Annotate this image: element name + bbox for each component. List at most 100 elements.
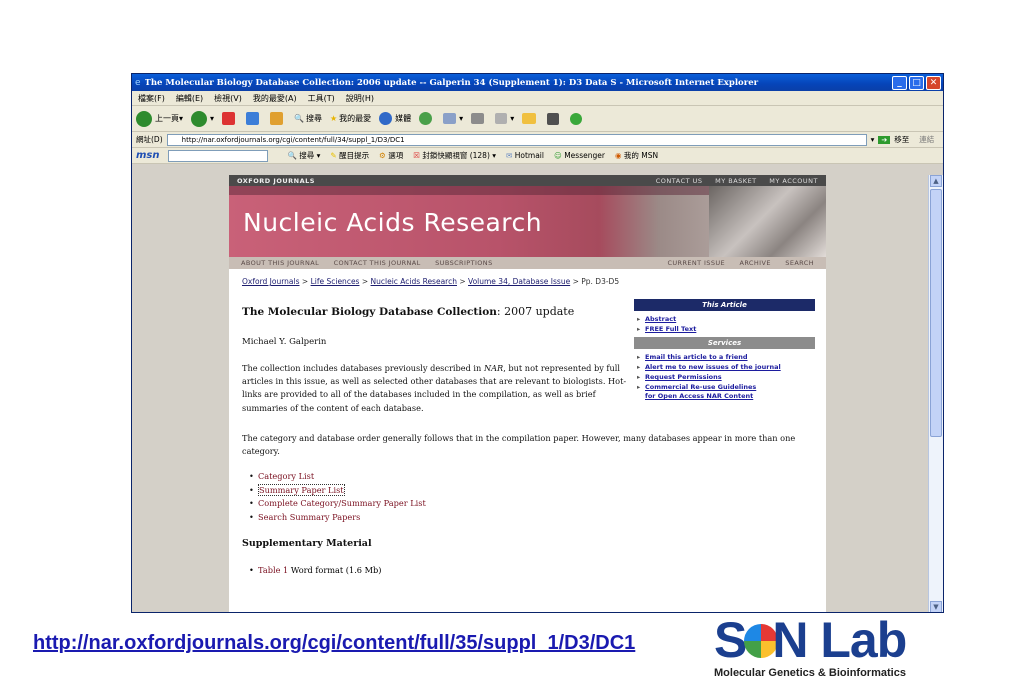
media-button[interactable]: 媒體 (379, 112, 411, 125)
services-header: Services (634, 337, 815, 349)
list-item: Table 1 Word format (1.6 Mb) (249, 565, 381, 575)
free-full-text-link[interactable]: FREE Full Text (637, 324, 815, 334)
research-icon (547, 112, 560, 125)
nav-subscriptions[interactable]: SUBSCRIPTIONS (435, 259, 492, 267)
maximize-button[interactable]: □ (909, 75, 924, 90)
mail-button[interactable]: ▾ (443, 113, 463, 124)
collection-links: Category List Summary Paper List Complet… (249, 470, 426, 524)
msn-search-button[interactable]: 🔍 搜尋 ▾ (288, 150, 321, 161)
mail-icon (443, 113, 457, 124)
vertical-scrollbar[interactable]: ▲ ▼ (928, 175, 943, 612)
alert-me-link[interactable]: Alert me to new issues of the journal (637, 362, 815, 372)
journal-banner: Nucleic Acids Research (229, 186, 826, 257)
print-icon (471, 113, 485, 124)
browser-window: e The Molecular Biology Database Collect… (131, 73, 944, 613)
minimize-button[interactable]: _ (892, 75, 907, 90)
msn-search-input[interactable] (167, 149, 268, 162)
sun-lab-logo: SN Lab Molecular Genetics & Bioinformati… (714, 612, 1014, 682)
msn-toolbar: msn 🔍 搜尋 ▾ ✎ 醒目提示 ⚙ 選項 ☒ 封鎖快顯視窗 (128) ▾ … (132, 148, 943, 164)
address-label: 網址(D) (136, 135, 163, 144)
refresh-icon (246, 112, 260, 125)
msn-options-button[interactable]: ⚙ 選項 (379, 150, 403, 161)
folder-button[interactable] (522, 113, 539, 124)
journal-title[interactable]: Nucleic Acids Research (243, 208, 542, 237)
title-bar[interactable]: e The Molecular Biology Database Collect… (132, 74, 943, 91)
menu-edit[interactable]: 編輯(E) (176, 93, 203, 104)
my-account-link[interactable]: MY ACCOUNT (769, 177, 818, 185)
msn-messenger[interactable]: ☺ Messenger (554, 151, 605, 160)
stop-button[interactable] (222, 112, 238, 125)
contact-us-link[interactable]: CONTACT US (656, 177, 703, 185)
ie-icon: e (135, 77, 141, 88)
msn-mymsn[interactable]: ◉ 我的 MSN (615, 150, 658, 161)
search-button[interactable]: 🔍 搜尋 (294, 113, 322, 124)
nav-right: CURRENT ISSUE ARCHIVE SEARCH (655, 259, 814, 267)
crumb-sep: > (456, 277, 469, 286)
menu-favorites[interactable]: 我的最愛(A) (253, 93, 297, 104)
list-item: Category List (249, 470, 426, 484)
history-button[interactable] (419, 112, 435, 125)
address-input[interactable]: http://nar.oxfordjournals.org/cgi/conten… (166, 133, 867, 146)
print-button[interactable] (471, 113, 487, 124)
crumb-volume[interactable]: Volume 34, Database Issue (468, 277, 570, 286)
forward-arrow-icon (191, 110, 208, 127)
nav-search[interactable]: SEARCH (785, 259, 814, 267)
close-button[interactable]: ✕ (926, 75, 941, 90)
edit-button[interactable]: ▾ (495, 113, 514, 124)
nav-about[interactable]: ABOUT THIS JOURNAL (241, 259, 319, 267)
crumb-oxford-journals[interactable]: Oxford Journals (242, 277, 300, 286)
summary-paper-list-link[interactable]: Summary Paper List (258, 483, 345, 496)
forward-button[interactable]: ▾ (191, 110, 214, 127)
scroll-thumb[interactable] (930, 189, 942, 437)
crumb-life-sciences[interactable]: Life Sciences (311, 277, 360, 286)
supplementary-heading: Supplementary Material (242, 538, 372, 549)
address-dropdown-icon[interactable]: ▾ (871, 135, 875, 144)
menu-tools[interactable]: 工具(T) (308, 93, 335, 104)
messenger-button[interactable] (570, 112, 585, 125)
mail-icon: ✉ (506, 151, 513, 160)
menu-view[interactable]: 檢視(V) (214, 93, 242, 104)
msn-hotmail[interactable]: ✉ Hotmail (506, 151, 544, 160)
msn-popup-blocker[interactable]: ☒ 封鎖快顯視窗 (128) ▾ (413, 150, 496, 161)
footer-url-link[interactable]: http://nar.oxfordjournals.org/cgi/conten… (33, 632, 635, 655)
menu-bar: 檔案(F) 編輯(E) 檢視(V) 我的最愛(A) 工具(T) 說明(H) (132, 91, 943, 106)
request-permissions-link[interactable]: Request Permissions (637, 372, 815, 382)
media-icon (379, 112, 393, 125)
table-1-link[interactable]: Table 1 (258, 565, 288, 575)
menu-file[interactable]: 檔案(F) (138, 93, 165, 104)
go-label[interactable]: 移至 (894, 134, 909, 145)
search-icon: 🔍 (287, 151, 297, 160)
menu-help[interactable]: 說明(H) (346, 93, 374, 104)
content-area: OXFORD JOURNALS CONTACT US MY BASKET MY … (132, 175, 928, 612)
favorites-button[interactable]: ★ 我的最愛 (330, 113, 371, 124)
search-summary-link[interactable]: Search Summary Papers (258, 512, 360, 522)
complete-list-link[interactable]: Complete Category/Summary Paper List (258, 498, 426, 508)
oxford-journals-brand[interactable]: OXFORD JOURNALS (237, 177, 315, 185)
msn-logo[interactable]: msn (136, 150, 160, 161)
my-basket-link[interactable]: MY BASKET (715, 177, 757, 185)
research-button[interactable] (547, 112, 562, 125)
email-friend-link[interactable]: Email this article to a friend (637, 352, 815, 362)
go-button[interactable]: ➔ (878, 135, 891, 144)
home-button[interactable] (270, 112, 286, 125)
back-button[interactable]: 上一頁 ▾ (136, 110, 183, 127)
msn-highlight-button[interactable]: ✎ 醒目提示 (330, 150, 369, 161)
abstract-link[interactable]: Abstract (637, 314, 815, 324)
star-icon: ★ (330, 114, 338, 123)
commercial-reuse-link-line2[interactable]: for Open Access NAR Content (637, 391, 815, 401)
article-intro: The collection includes databases previo… (242, 363, 627, 413)
article-sidebar: This Article Abstract FREE Full Text Ser… (634, 299, 815, 404)
category-list-link[interactable]: Category List (258, 471, 314, 481)
links-label[interactable]: 連結 (919, 134, 934, 145)
scroll-up-icon[interactable]: ▲ (930, 175, 942, 187)
nav-contact[interactable]: CONTACT THIS JOURNAL (334, 259, 421, 267)
messenger-icon (570, 112, 583, 125)
nav-archive[interactable]: ARCHIVE (739, 259, 770, 267)
banner-strip (229, 186, 709, 195)
nav-current-issue[interactable]: CURRENT ISSUE (667, 259, 725, 267)
logo-wordmark: SN Lab (714, 612, 907, 668)
oxford-top-bar: OXFORD JOURNALS CONTACT US MY BASKET MY … (229, 175, 826, 186)
refresh-button[interactable] (246, 112, 262, 125)
crumb-nar[interactable]: Nucleic Acids Research (371, 277, 457, 286)
supplementary-list: Table 1 Word format (1.6 Mb) (249, 565, 381, 575)
